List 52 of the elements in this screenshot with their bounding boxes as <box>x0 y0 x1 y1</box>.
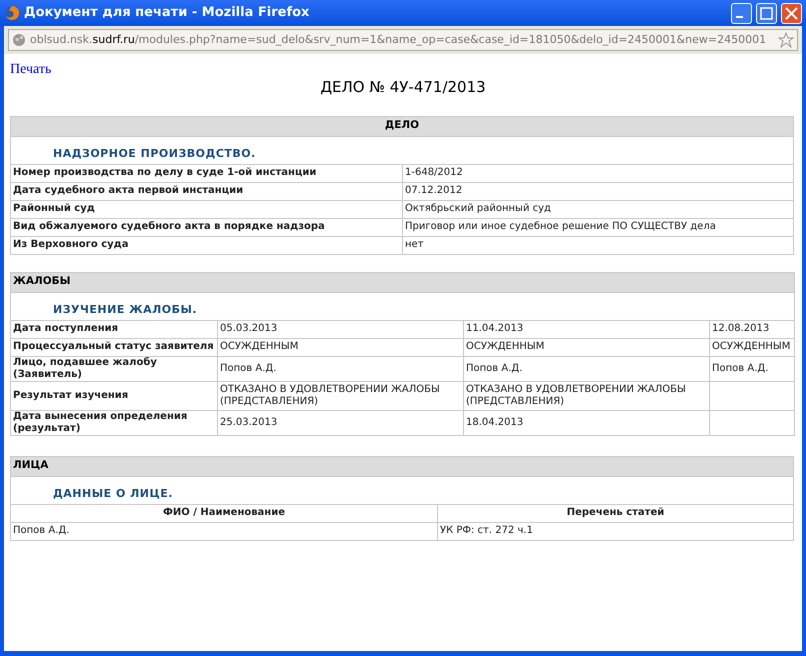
window-title: Документ для печати - Mozilla Firefox <box>24 4 310 22</box>
section-header: ЛИЦА <box>13 459 48 472</box>
field-value: 07.12.2012 <box>405 185 462 196</box>
field-label: Вид обжалуемого судебного акта в порядке надзора <box>13 221 325 232</box>
table-cell: Попов А.Д. <box>466 362 522 374</box>
field-label: Дата вынесения определения (результат) <box>13 410 188 434</box>
field-value: Октябрьский районный суд <box>405 203 551 214</box>
maximize-button[interactable] <box>756 2 777 24</box>
field-label: Из Верховного суда <box>13 239 128 250</box>
table-cell: УК РФ: ст. 272 ч.1 <box>440 525 533 536</box>
field-value: Приговор или иное судебное решение ПО СУЩЕСТВУ дела <box>405 221 716 232</box>
table-cell: ОСУЖДЕННЫМ <box>712 341 790 352</box>
section-subtitle: НАДЗОРНОЕ ПРОИЗВОДСТВО. <box>53 146 256 160</box>
field-value: нет <box>405 239 424 250</box>
table-cell: 11.04.2013 <box>466 323 524 334</box>
table-cell: Попов А.Д. <box>712 362 768 374</box>
table-cell: ОТКАЗАНО В УДОВЛЕТВОРЕНИИ ЖАЛОБЫ (ПРЕДСТАВЛЕНИЯ) <box>466 384 686 406</box>
table-cell: 05.03.2013 <box>220 323 278 334</box>
field-label: Дата поступления <box>13 323 118 334</box>
field-value: 1-648/2012 <box>405 167 463 178</box>
field-label: Дата судебного акта первой инстанции <box>13 185 244 196</box>
field-label: Районный суд <box>13 203 95 214</box>
close-icon <box>785 6 798 20</box>
minimize-icon <box>736 16 743 18</box>
close-button[interactable] <box>781 2 802 24</box>
star-icon[interactable] <box>778 32 794 48</box>
table-cell: ОСУЖДЕННЫМ <box>220 341 298 352</box>
section-header: ЖАЛОБЫ <box>13 275 71 288</box>
field-label: Результат изучения <box>13 390 128 400</box>
print-link[interactable]: Печать <box>10 62 796 78</box>
section-subtitle: ИЗУЧЕНИЕ ЖАЛОБЫ. <box>53 302 198 316</box>
field-label: Номер производства по делу в суде 1-ой инстанции <box>13 167 316 178</box>
section-subtitle: ДАННЫЕ О ЛИЦЕ. <box>53 486 173 500</box>
table-cell: 18.04.2013 <box>466 416 524 428</box>
table-cell: ОСУЖДЕННЫМ <box>466 341 544 352</box>
url-text: oblsud.nsk.sudrf.ru/modules.php?name=sud_delo&srv_num=1&name_op=case&case_id=181050&delo_id=2450001&new=2450001 <box>30 32 768 48</box>
table-cell: Попов А.Д. <box>220 362 276 374</box>
field-label: Процессуальный статус заявителя <box>13 341 214 352</box>
table-cell: ОТКАЗАНО В УДОВЛЕТВОРЕНИИ ЖАЛОБЫ (ПРЕДСТАВЛЕНИЯ) <box>220 384 440 406</box>
table-cell: 12.08.2013 <box>712 323 770 334</box>
table-cell: 25.03.2013 <box>220 416 278 428</box>
column-header: Перечень статей <box>566 507 664 518</box>
column-header: ФИО / Наименование <box>162 507 286 518</box>
firefox-icon <box>4 5 20 21</box>
field-label: Лицо, подавшее жалобу (Заявитель) <box>13 356 157 380</box>
table-cell: Попов А.Д. <box>13 525 70 536</box>
maximize-icon <box>760 6 773 20</box>
address-field[interactable]: oblsud.nsk.sudrf.ru/modules.php?name=sud_delo&srv_num=1&name_op=case&case_id=181050&delo_id=2450001&new=2450001 <box>8 29 798 51</box>
section-header: ДЕЛО <box>384 119 420 132</box>
case-heading: ДЕЛО № 4У-471/2013 <box>319 77 487 98</box>
minimize-button[interactable] <box>731 2 752 24</box>
globe-icon <box>12 33 26 47</box>
